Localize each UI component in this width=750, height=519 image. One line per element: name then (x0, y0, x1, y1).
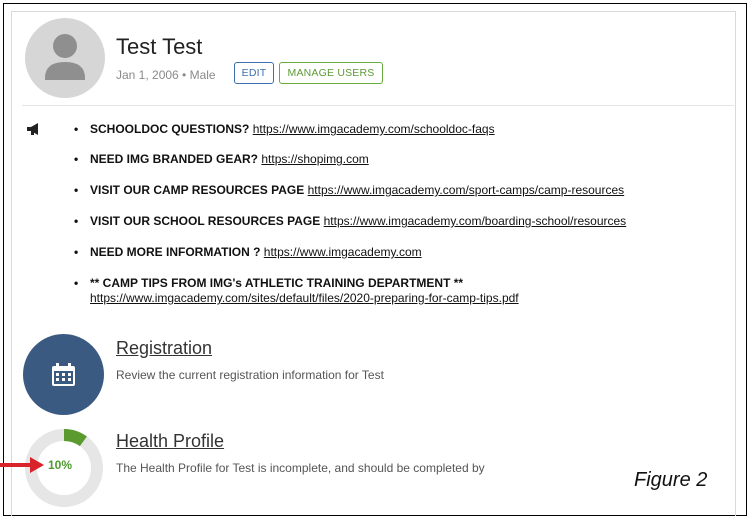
edit-button[interactable]: EDIT (234, 62, 274, 84)
megaphone-icon (26, 122, 42, 141)
health-profile-title[interactable]: Health Profile (116, 431, 224, 452)
avatar (25, 18, 105, 98)
registration-icon-circle[interactable] (23, 334, 104, 415)
registration-description: Review the current registration informat… (116, 368, 384, 382)
announcement-label: NEED MORE INFORMATION ? (90, 245, 261, 259)
announcement-label: VISIT OUR CAMP RESOURCES PAGE (90, 183, 305, 197)
announcement-label: VISIT OUR SCHOOL RESOURCES PAGE (90, 214, 321, 228)
header-divider (22, 105, 734, 106)
announcement-link[interactable]: https://shopimg.com (261, 152, 368, 166)
announcement-link[interactable]: https://www.imgacademy.com/boarding-scho… (324, 214, 627, 228)
registration-title[interactable]: Registration (116, 338, 212, 359)
figure-caption: Figure 2 (634, 469, 708, 491)
announcement-link[interactable]: https://www.imgacademy.com/sites/default… (90, 291, 519, 305)
announcement-label: NEED IMG BRANDED GEAR? (90, 152, 259, 166)
user-silhouette-icon (45, 34, 85, 80)
announcement-link[interactable]: https://www.imgacademy.com (264, 245, 422, 259)
announcement-link[interactable]: https://www.imgacademy.com/sport-camps/c… (308, 183, 625, 197)
user-meta: Jan 1, 2006 • Male (116, 68, 216, 82)
manage-users-button[interactable]: MANAGE USERS (279, 62, 383, 84)
health-percent: 10% (48, 458, 73, 472)
annotation-arrow-icon (0, 457, 44, 473)
calendar-icon (52, 363, 75, 386)
health-profile-description: The Health Profile for Test is incomplet… (116, 461, 485, 475)
progress-fill (63, 429, 87, 447)
user-name: Test Test (116, 34, 203, 59)
announcement-label: SCHOOLDOC QUESTIONS? (90, 122, 250, 136)
announcement-label: ** CAMP TIPS FROM IMG's ATHLETIC TRAININ… (90, 276, 464, 290)
announcement-link[interactable]: https://www.imgacademy.com/schooldoc-faq… (253, 122, 495, 136)
